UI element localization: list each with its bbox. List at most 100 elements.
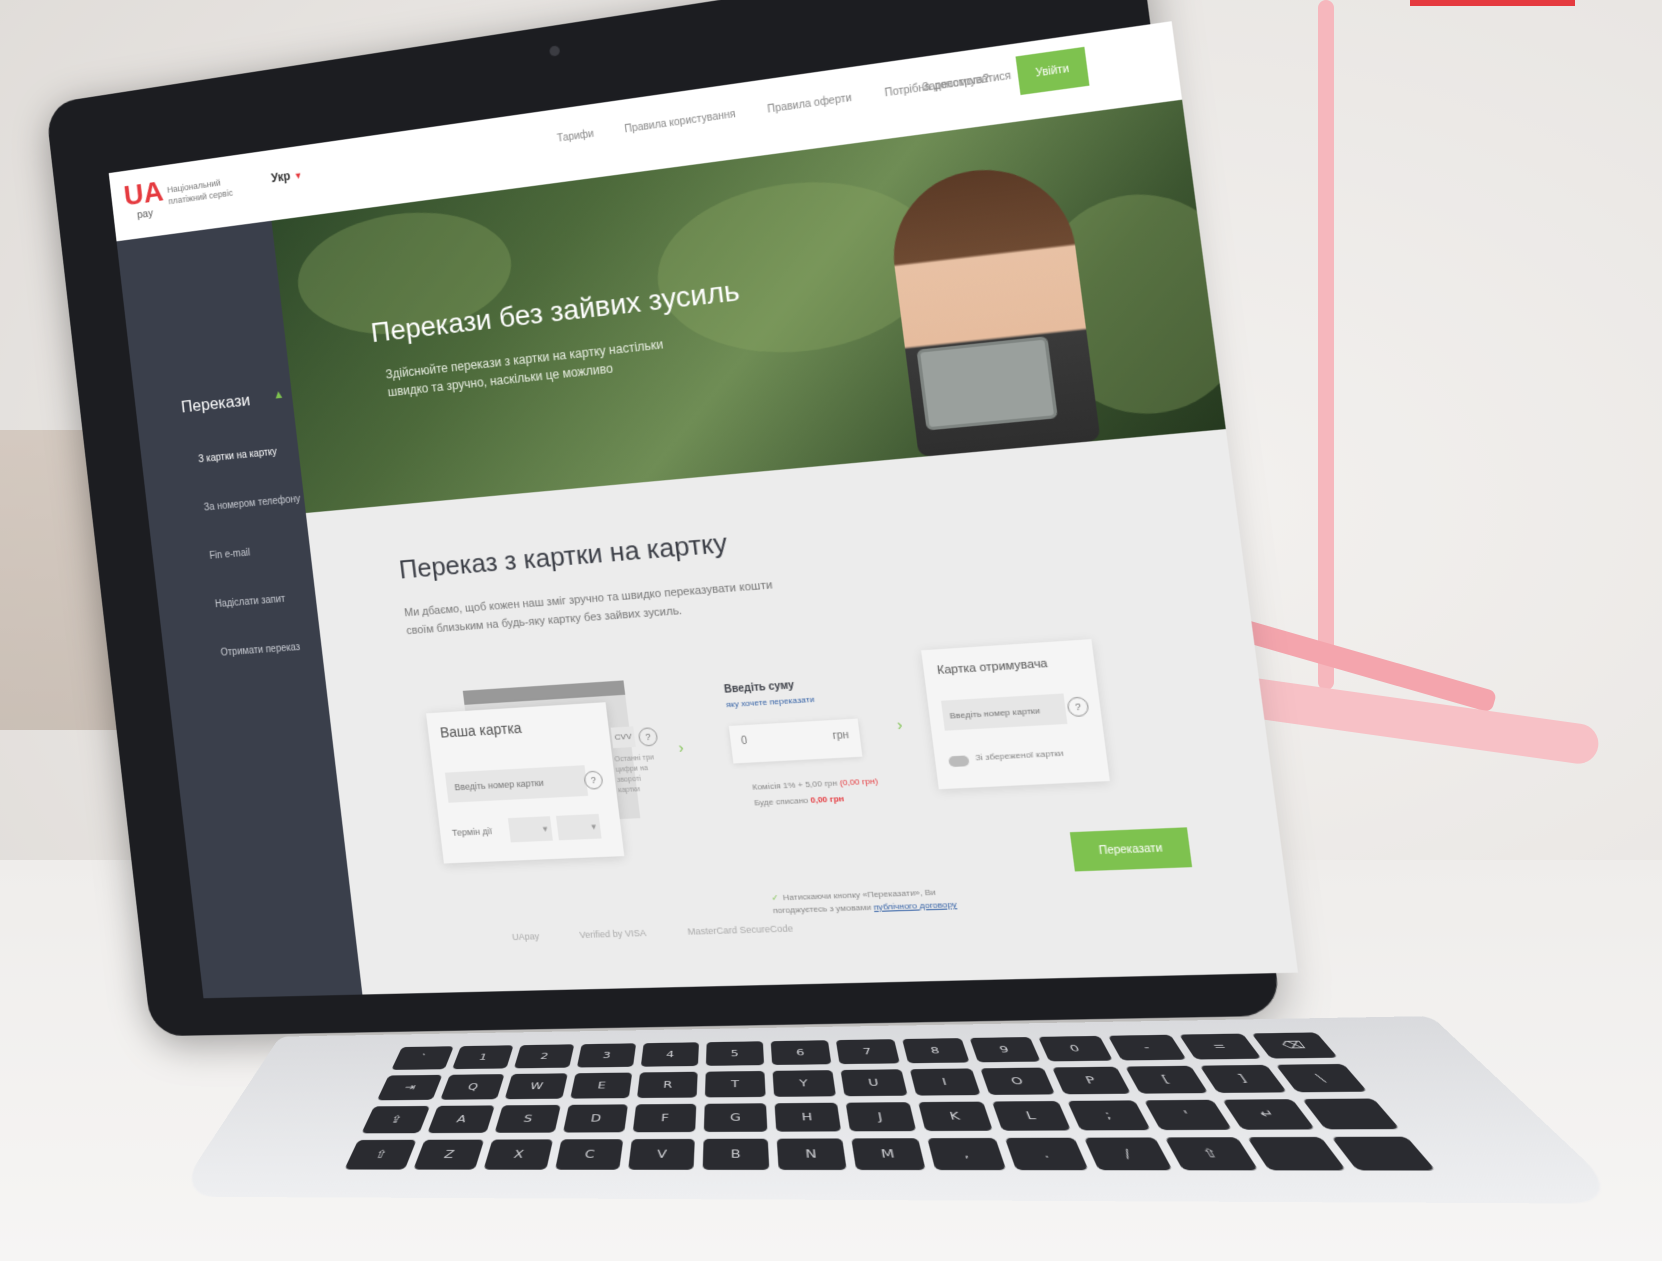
page-title: Переказ з картки на картку (397, 527, 729, 585)
language-label: Укр (270, 169, 292, 186)
keyboard-key: ⇧ (1164, 1137, 1259, 1171)
keyboard-key (1331, 1136, 1436, 1171)
logo-pay-text: pay (136, 207, 154, 222)
fee-text: Комісія 1% + 5,00 грн (751, 778, 838, 792)
camera-icon (548, 45, 561, 57)
keyboard-key: T (704, 1070, 766, 1098)
keyboard-key: ⇪ (361, 1105, 431, 1134)
keyboard-key: S (494, 1104, 561, 1133)
uapay-logo[interactable]: UA pay (122, 175, 165, 227)
keyboard-key: , (927, 1137, 1007, 1171)
sidebar-item-email[interactable]: Fin e-mail (209, 548, 251, 562)
transfer-button[interactable]: Переказати (1069, 827, 1193, 872)
keyboard-key: J (845, 1102, 917, 1132)
nav-link-tariffs[interactable]: Тарифи (557, 129, 595, 145)
keyboard-key: E (570, 1072, 633, 1099)
sender-card: Ваша картка ? Термін дії ▾ ▾ (426, 702, 625, 864)
keyboard-key: G (703, 1103, 768, 1132)
keyboard-key: W (504, 1073, 568, 1100)
keyboard-key: I (909, 1068, 981, 1096)
receiver-card-number-input[interactable] (941, 693, 1068, 731)
keyboard-key: M (851, 1138, 926, 1171)
verified-by-visa-badge: Verified by VISA (578, 927, 647, 941)
keyboard-key: 3 (576, 1043, 637, 1068)
keyboard-key: H (774, 1102, 842, 1132)
sidebar-item-receive[interactable]: Отримати переказ (220, 642, 301, 658)
keyboard-key: ] (1199, 1064, 1288, 1093)
sender-card-number-input[interactable] (444, 765, 589, 803)
amount-input[interactable]: 0 грн (728, 718, 863, 764)
fee-value: (0,00 грн) (839, 776, 879, 788)
chevron-up-icon[interactable]: ▲ (272, 387, 285, 402)
sidebar-item-phone[interactable]: За номером телефону (203, 494, 301, 514)
keyboard-key: ⇥ (376, 1074, 443, 1101)
uapay-badge: UApay (511, 931, 540, 943)
keyboard-key (1302, 1098, 1401, 1130)
keyboard-key: X (483, 1139, 554, 1170)
keyboard-key: B (702, 1138, 770, 1170)
payment-logos: UApay Verified by VISA MasterCard Secure… (512, 923, 794, 942)
main-content: Переказ з картки на картку Ми дбаємо, що… (305, 429, 1299, 999)
hero-tablet-photo (916, 336, 1058, 431)
amount-value: 0 (740, 735, 748, 748)
laptop: UA pay Національний платіжний сервіс Укр… (9, 0, 1631, 1231)
keyboard-key: ⌫ (1251, 1032, 1339, 1059)
fee-info: Комісія 1% + 5,00 грн (0,00 грн) (752, 776, 879, 792)
language-selector[interactable]: Укр ▼ (270, 167, 303, 185)
keyboard-key: ` (391, 1046, 454, 1070)
sidebar-section-title[interactable]: Перекази (180, 391, 251, 418)
sidebar-item-send-request[interactable]: Надіслати запит (215, 594, 286, 610)
saved-card-toggle[interactable] (948, 755, 970, 768)
keyboard-key: L (991, 1100, 1072, 1131)
keyboard-key: K (918, 1101, 993, 1132)
keyboard-key: Z (413, 1139, 485, 1170)
keyboard-key: - (1107, 1034, 1187, 1061)
terms-link[interactable]: публічного договору (873, 900, 957, 912)
keyboard-key: C (555, 1139, 624, 1170)
cvv-help-icon[interactable]: ? (637, 727, 659, 747)
keyboard-key: O (980, 1067, 1056, 1095)
term-label: Термін дії (451, 826, 493, 838)
total-info: Буде списано 0,00 грн (754, 794, 845, 808)
keyboard-key: ⇧ (344, 1139, 417, 1170)
keyboard-key: F (632, 1103, 697, 1133)
keyboard-key: 2 (513, 1044, 575, 1069)
keyboard-key: 9 (969, 1037, 1041, 1063)
mastercard-securecode-badge: MasterCard SecureCode (687, 923, 794, 937)
month-select[interactable]: ▾ (507, 816, 553, 843)
sidebar-item-card-to-card[interactable]: З картки на картку (198, 447, 278, 466)
keyboard-key: [ (1125, 1065, 1209, 1094)
page-description: Ми дбаємо, щоб кожен наш зміг зручно та … (403, 579, 774, 638)
nav-link-rules[interactable]: Правила користування (624, 109, 736, 136)
keyboard-key: ↵ (1222, 1099, 1316, 1130)
keyboard-key: ' (1143, 1099, 1233, 1131)
year-select[interactable]: ▾ (555, 813, 602, 841)
check-icon: ✓ (770, 892, 780, 903)
keyboard: ` 1 2 3 4 5 6 7 8 9 0- = ⌫ ⇥ Q W E R T Y U I O P[] \ ⇪ A S D F G H J K L; '… (344, 1032, 1436, 1171)
keyboard-key: / (1083, 1137, 1173, 1171)
keyboard-key: Y (772, 1070, 837, 1097)
signin-button[interactable]: Увійти (1015, 46, 1090, 96)
keyboard-key: 7 (835, 1039, 900, 1065)
chevron-right-icon: › (677, 739, 685, 756)
amount-currency: грн (832, 729, 850, 743)
keyboard-key: 6 (770, 1040, 832, 1065)
logo-mark: UA (122, 175, 165, 213)
keyboard-key: D (562, 1104, 628, 1133)
keyboard-key: . (1004, 1137, 1089, 1171)
nav-link-offer[interactable]: Правила оферти (767, 93, 853, 116)
keyboard-key: 5 (705, 1041, 765, 1066)
register-link[interactable]: Зареєструватися (922, 70, 1012, 94)
keyboard-key: A (427, 1105, 495, 1134)
keyboard-key: 1 (452, 1045, 514, 1070)
keyboard-key: 0 (1038, 1035, 1113, 1062)
cvv-input[interactable]: CVV (610, 726, 636, 749)
keyboard-key: N (776, 1138, 847, 1170)
help-icon[interactable]: ? (1066, 696, 1090, 718)
keyboard-key (1247, 1136, 1347, 1171)
total-value: 0,00 грн (809, 793, 845, 805)
keyboard-key: 8 (902, 1038, 970, 1064)
laptop-keyboard-deck: ` 1 2 3 4 5 6 7 8 9 0- = ⌫ ⇥ Q W E R T Y U I O P[] \ ⇪ A S D F G H J K L; '… (174, 1016, 1631, 1204)
keyboard-key: U (840, 1069, 908, 1097)
terms-note: ✓ Натискаючи кнопку «Переказати», Ви пого… (771, 884, 994, 917)
